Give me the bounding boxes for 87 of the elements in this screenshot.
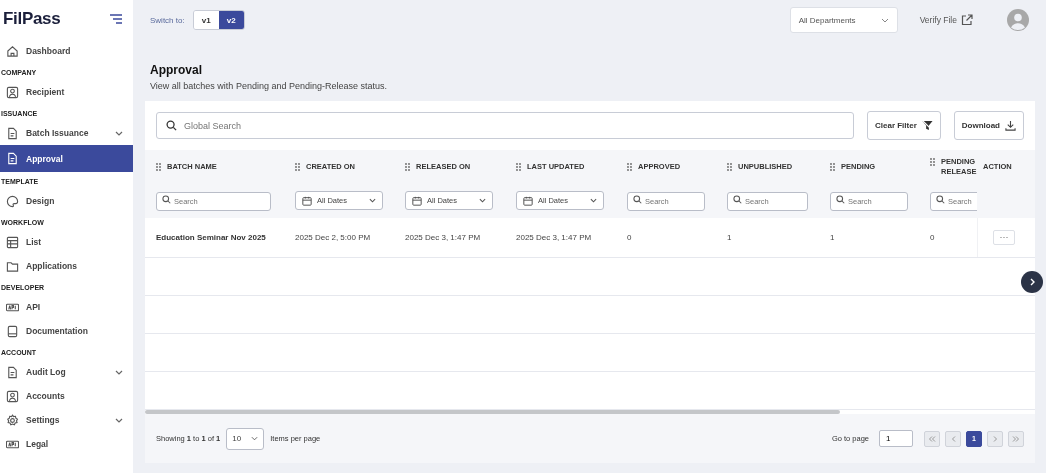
double-chevron-right-icon bbox=[1012, 435, 1020, 442]
scroll-right-button[interactable] bbox=[1021, 271, 1043, 293]
palette-icon bbox=[6, 194, 19, 208]
filter-icon bbox=[921, 120, 933, 131]
person-icon bbox=[6, 85, 19, 99]
folder-icon bbox=[6, 259, 19, 273]
doc-icon bbox=[6, 365, 19, 379]
department-dropdown[interactable]: All Departments bbox=[789, 7, 898, 33]
next-page-button[interactable] bbox=[987, 430, 1003, 447]
search-icon bbox=[166, 120, 177, 131]
doc-icon bbox=[6, 152, 19, 165]
chevron-down-icon bbox=[115, 417, 123, 423]
table-cell-text: Education Seminar Nov 2025 bbox=[155, 233, 267, 242]
chevron-right-icon bbox=[1029, 278, 1035, 286]
search-icon bbox=[836, 195, 845, 204]
doc-icon bbox=[6, 126, 19, 140]
drag-handle-icon[interactable] bbox=[627, 162, 632, 171]
global-search-field[interactable]: Global Search bbox=[156, 112, 854, 139]
search-icon bbox=[936, 195, 945, 204]
calendar-icon bbox=[302, 195, 312, 206]
table-cell-text: 2025 Dec 2, 5:00 PM bbox=[294, 233, 372, 242]
calendar-icon bbox=[523, 195, 533, 206]
double-chevron-left-icon bbox=[928, 435, 936, 442]
drag-handle-icon[interactable] bbox=[516, 162, 521, 171]
brand-logo[interactable]: FilPass bbox=[3, 9, 61, 29]
first-page-button[interactable] bbox=[924, 430, 940, 447]
gear-icon bbox=[6, 413, 19, 427]
sidebar-item[interactable]: Batch Issuance bbox=[0, 121, 133, 145]
drag-handle-icon[interactable] bbox=[156, 162, 161, 171]
drag-handle-icon[interactable] bbox=[930, 157, 935, 166]
sidebar-item[interactable]: Design bbox=[0, 189, 133, 213]
drag-handle-icon[interactable] bbox=[295, 162, 300, 171]
search-icon bbox=[733, 195, 742, 204]
sidebar-item[interactable]: Audit Log bbox=[0, 360, 133, 384]
version-toggle[interactable]: v1 bbox=[193, 11, 219, 29]
drag-handle-icon[interactable] bbox=[830, 162, 835, 171]
chevron-left-icon bbox=[950, 435, 956, 442]
table-cell-text: 0 bbox=[626, 233, 633, 242]
chevron-down-icon bbox=[880, 17, 889, 23]
switch-label: Switch to: bbox=[150, 15, 185, 25]
sidebar-item[interactable]: Legal bbox=[0, 432, 133, 456]
sidebar-item[interactable]: Accounts bbox=[0, 384, 133, 408]
table-cell-text: 1 bbox=[726, 233, 733, 242]
sidebar-item[interactable]: Dashboard bbox=[0, 39, 133, 63]
sidebar-item[interactable]: Approval bbox=[0, 145, 133, 172]
external-link-icon bbox=[961, 14, 973, 26]
table-cell-text: 0 bbox=[929, 233, 936, 242]
home-icon bbox=[6, 44, 19, 58]
avatar-icon[interactable] bbox=[1007, 9, 1029, 31]
version-toggle[interactable]: v2 bbox=[218, 11, 244, 29]
table-cell-text: 2025 Dec 3, 1:47 PM bbox=[515, 233, 593, 242]
download-button[interactable]: Download bbox=[953, 111, 1024, 140]
more-actions-button[interactable]: ··· bbox=[993, 230, 1015, 245]
drag-handle-icon[interactable] bbox=[405, 162, 410, 171]
page-title: Approval bbox=[150, 63, 203, 77]
chevron-down-icon bbox=[479, 198, 486, 203]
sidebar-item[interactable]: List bbox=[0, 230, 133, 254]
sidebar-item[interactable]: Recipient bbox=[0, 80, 133, 104]
chevron-down-icon bbox=[115, 130, 123, 136]
book-icon bbox=[6, 324, 19, 338]
previous-page-button[interactable] bbox=[945, 430, 961, 447]
sidebar-item[interactable]: Settings bbox=[0, 408, 133, 432]
sidebar-item[interactable]: Applications bbox=[0, 254, 133, 278]
page-subtitle: View all batches with Pending and Pending-Release status. bbox=[150, 81, 388, 91]
chevron-right-icon bbox=[992, 435, 998, 442]
last-page-button[interactable] bbox=[1008, 430, 1024, 447]
drag-handle-icon[interactable] bbox=[727, 162, 732, 171]
horizontal-scrollbar[interactable] bbox=[145, 410, 1035, 414]
table-cell-text: 1 bbox=[829, 233, 836, 242]
clear-filter-button[interactable]: Clear Filter bbox=[867, 111, 941, 140]
chevron-down-icon bbox=[590, 198, 597, 203]
calendar-icon bbox=[412, 195, 422, 206]
search-icon bbox=[162, 195, 171, 204]
sidebar-item[interactable]: Documentation bbox=[0, 319, 133, 343]
chevron-down-icon bbox=[369, 198, 376, 203]
chevron-down-icon bbox=[115, 369, 123, 375]
verify-file-link[interactable]: Verify File bbox=[919, 14, 973, 26]
chevron-down-icon bbox=[251, 436, 259, 441]
search-icon bbox=[633, 195, 642, 204]
download-icon bbox=[1005, 120, 1016, 131]
menu-icon[interactable] bbox=[109, 14, 123, 24]
go-to-page-field[interactable]: 1 bbox=[879, 430, 913, 447]
table-cell-text: 2025 Dec 3, 1:47 PM bbox=[404, 233, 482, 242]
list-icon bbox=[6, 235, 19, 249]
sidebar-item[interactable]: API bbox=[0, 295, 133, 319]
person-icon bbox=[6, 389, 19, 403]
items-per-page-dropdown[interactable]: 10 bbox=[226, 427, 265, 450]
